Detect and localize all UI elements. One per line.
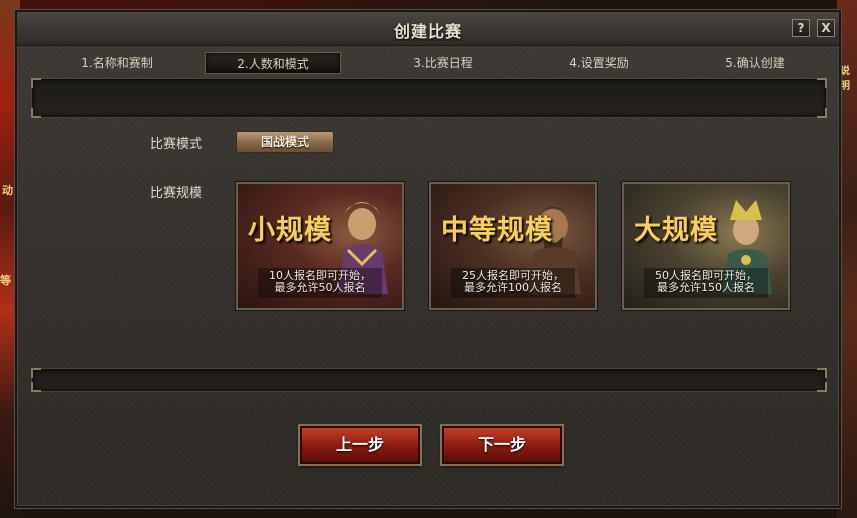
- step-tab-1[interactable]: 1.名称和赛制: [49, 52, 185, 74]
- corner-ornament: [31, 368, 41, 378]
- scale-desc-line-2: 最多允许50人报名: [274, 281, 366, 294]
- help-button[interactable]: ?: [792, 19, 810, 37]
- step-tab-3[interactable]: 3.比赛日程: [375, 52, 511, 74]
- background-text-left: 动: [2, 184, 13, 197]
- step-tabs: 1.名称和赛制 2.人数和模式 3.比赛日程 4.设置奖励 5.确认创建: [31, 52, 827, 74]
- mode-select-button[interactable]: 国战模式: [236, 131, 334, 153]
- create-match-dialog: 创建比赛 ? X 1.名称和赛制 2.人数和模式 3.比赛日程 4.设置奖励 5…: [15, 10, 841, 508]
- corner-ornament: [31, 382, 41, 392]
- scale-card-description: 50人报名即可开始， 最多允许150人报名: [624, 270, 788, 294]
- background-text-left-2: 等: [0, 274, 11, 287]
- previous-step-button[interactable]: 上一步: [300, 426, 420, 464]
- mode-label: 比赛模式: [150, 137, 203, 152]
- scale-card-title: 大规模: [634, 215, 718, 246]
- step-tab-2[interactable]: 2.人数和模式: [205, 52, 341, 74]
- next-step-button[interactable]: 下一步: [442, 426, 562, 464]
- bottom-divider-bar: [31, 368, 827, 392]
- scale-card-medium[interactable]: 中等规模 25人报名即可开始， 最多允许100人报名: [429, 182, 597, 310]
- background-text-right: 说明: [840, 66, 850, 92]
- corner-ornament: [817, 108, 827, 118]
- scale-card-title: 小规模: [248, 215, 332, 246]
- scale-label: 比赛规模: [150, 186, 203, 201]
- corner-ornament: [31, 108, 41, 118]
- scale-card-small[interactable]: 小规模 10人报名即可开始， 最多允许50人报名: [236, 182, 404, 310]
- dialog-titlebar[interactable]: 创建比赛 ? X: [17, 12, 839, 46]
- scale-desc-line-2: 最多允许100人报名: [464, 281, 562, 294]
- corner-ornament: [817, 382, 827, 392]
- corner-ornament: [31, 78, 41, 88]
- close-button[interactable]: X: [817, 19, 835, 37]
- step-tab-5[interactable]: 5.确认创建: [687, 52, 823, 74]
- step-tab-4[interactable]: 4.设置奖励: [531, 52, 667, 74]
- scale-card-description: 10人报名即可开始， 最多允许50人报名: [238, 270, 402, 294]
- dialog-title: 创建比赛: [393, 22, 462, 41]
- scale-desc-line-2: 最多允许150人报名: [657, 281, 755, 294]
- scale-card-description: 25人报名即可开始， 最多允许100人报名: [431, 270, 595, 294]
- scale-card-large[interactable]: 大规模 50人报名即可开始， 最多允许150人报名: [622, 182, 790, 310]
- corner-ornament: [817, 368, 827, 378]
- corner-ornament: [817, 78, 827, 88]
- scale-card-title: 中等规模: [441, 215, 553, 246]
- info-bar: [31, 78, 827, 118]
